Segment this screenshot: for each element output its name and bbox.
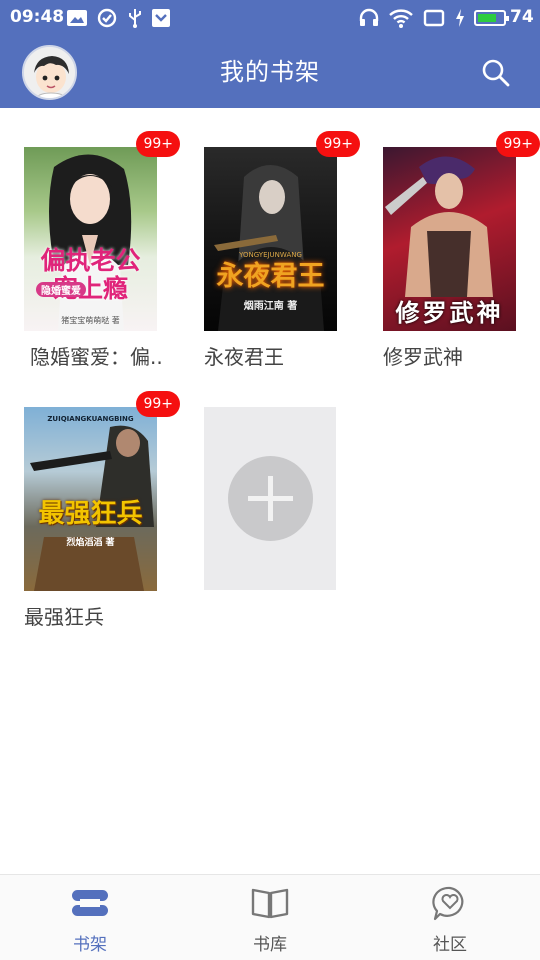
cover-title: 永夜君王	[216, 261, 325, 292]
shield-download-icon	[150, 8, 172, 28]
update-count-badge: 99+	[496, 131, 540, 157]
book-title[interactable]: 最强狂兵	[24, 601, 174, 630]
bookshelf-icon	[70, 885, 110, 921]
cover-title: 最强狂兵	[38, 499, 143, 529]
battery-fill	[478, 14, 496, 22]
plus-icon	[228, 456, 313, 541]
cover-author: 烟雨江南 著	[243, 301, 298, 312]
book-cover[interactable]: YONGYEJUNWANG 永夜君王 烟雨江南 著	[204, 147, 337, 331]
check-circle-icon	[96, 8, 118, 28]
status-time: 09:48	[10, 7, 65, 27]
wifi-icon	[388, 8, 414, 28]
nav-item-bookshelf[interactable]: 书架	[0, 875, 180, 960]
book-title[interactable]: 修罗武神	[383, 341, 533, 370]
battery-icon	[474, 10, 509, 26]
bottom-nav: 书架 书库 社区	[0, 874, 540, 960]
open-book-icon	[250, 885, 290, 921]
book-cover[interactable]: ZUIQIANGKUANGBING 最强狂兵 烈焰滔滔 著	[24, 407, 157, 591]
book-cover[interactable]: 修罗武神	[383, 147, 516, 331]
usb-icon	[126, 8, 144, 28]
charging-icon	[453, 8, 467, 28]
book-title[interactable]: 永夜君王	[204, 341, 354, 370]
nav-label: 书架	[73, 935, 107, 955]
cover-subtitle: ZUIQIANGKUANGBING	[47, 415, 134, 423]
add-book-button[interactable]	[204, 407, 336, 590]
cover-author: 烈焰滔滔 著	[66, 538, 115, 548]
search-icon	[480, 59, 512, 93]
nav-label: 书库	[253, 935, 287, 955]
update-count-badge: 99+	[136, 131, 180, 157]
search-button[interactable]	[480, 57, 512, 89]
avatar[interactable]	[22, 45, 77, 100]
app-header: 我的书架	[0, 36, 540, 108]
cover-author: 猪宝宝萌萌哒 著	[61, 316, 120, 325]
heart-chat-icon	[430, 885, 470, 921]
status-bar: 09:48 74	[0, 0, 540, 36]
headset-icon	[358, 8, 380, 28]
nav-item-library[interactable]: 书库	[180, 875, 360, 960]
book-cover[interactable]: 偏执老公宠上瘾 隐婚蜜爱 猪宝宝萌萌哒 著	[24, 147, 157, 331]
image-icon	[66, 8, 88, 28]
update-count-badge: 99+	[316, 131, 360, 157]
cover-subtitle: 隐婚蜜爱	[36, 282, 86, 297]
cover-subtitle: YONGYEJUNWANG	[239, 251, 302, 259]
update-count-badge: 99+	[136, 391, 180, 417]
page-title: 我的书架	[220, 58, 320, 86]
book-title[interactable]: 隐婚蜜爱：偏..	[30, 341, 180, 370]
bookshelf-grid: 偏执老公宠上瘾 隐婚蜜爱 猪宝宝萌萌哒 著 99+ 隐婚蜜爱：偏.. YONGY…	[0, 108, 540, 874]
nav-label: 社区	[433, 935, 467, 955]
cover-title: 修罗武神	[395, 299, 504, 327]
battery-level: 74	[510, 7, 534, 27]
rotate-icon	[422, 8, 446, 28]
nav-item-community[interactable]: 社区	[360, 875, 540, 960]
